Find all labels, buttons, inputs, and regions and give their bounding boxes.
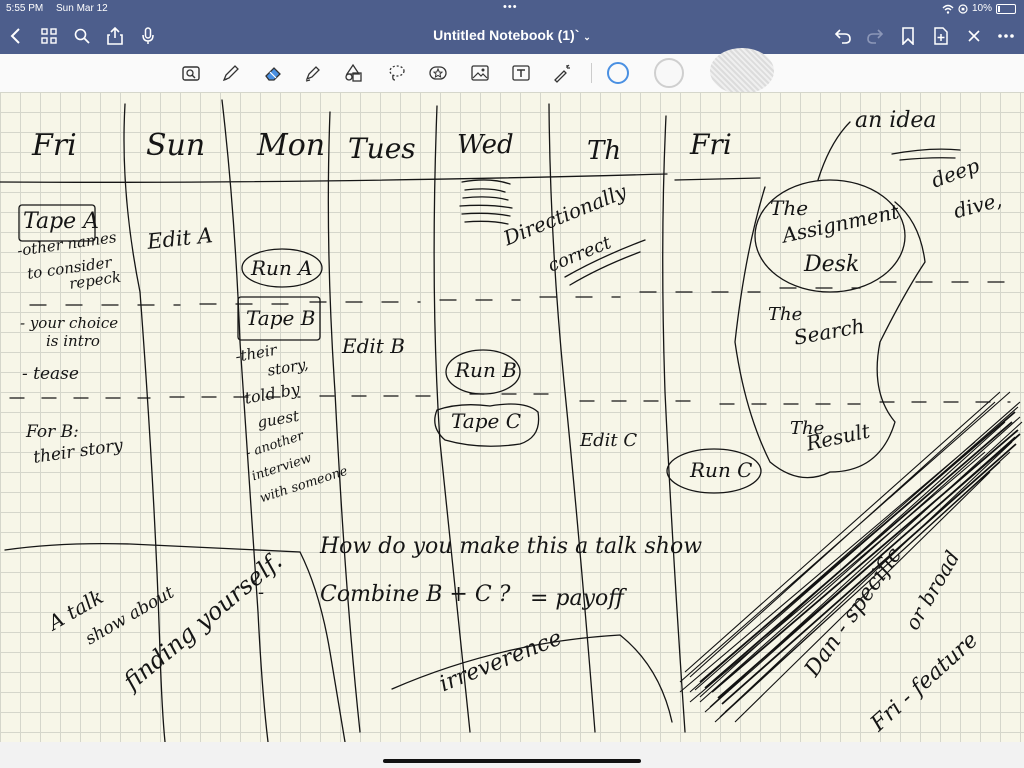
- note-talk-show-question: How do you make this a talk show: [320, 534, 703, 559]
- note-tape-c: Tape C: [451, 409, 522, 433]
- nav-bar: Untitled Notebook (1)` ⌄: [0, 18, 1024, 54]
- note-payoff: = payoff: [530, 586, 624, 611]
- note-dash: -: [258, 582, 265, 603]
- note-tease: - tease: [22, 364, 79, 384]
- document-title[interactable]: Untitled Notebook (1)`: [433, 27, 579, 43]
- thick-stroke-option[interactable]: [710, 48, 774, 94]
- close-icon[interactable]: [962, 24, 986, 48]
- status-bar: 5:55 PM Sun Mar 12 ••• 10%: [0, 0, 1024, 18]
- status-date: Sun Mar 12: [56, 3, 108, 14]
- undo-icon[interactable]: [831, 24, 855, 48]
- back-icon[interactable]: [4, 24, 28, 48]
- wifi-icon: [942, 4, 954, 14]
- shapes-icon[interactable]: [343, 62, 365, 84]
- more-icon[interactable]: [994, 24, 1018, 48]
- lasso-icon[interactable]: [386, 62, 408, 84]
- lasso-zoom-icon[interactable]: [180, 62, 202, 84]
- note-tape-b: Tape B: [246, 306, 316, 330]
- day-label-fri: Fri: [32, 128, 77, 163]
- home-indicator[interactable]: [383, 759, 641, 763]
- note-an-idea: an idea: [855, 108, 937, 133]
- share-icon[interactable]: [103, 24, 127, 48]
- notebook-page[interactable]: Fri Sun Mon Tues Wed Th Fri Tape A -othe…: [0, 92, 1024, 742]
- image-icon[interactable]: [469, 62, 491, 84]
- laser-icon[interactable]: [551, 62, 573, 84]
- multitasking-dots-icon[interactable]: •••: [503, 1, 518, 13]
- eraser-icon[interactable]: [262, 62, 284, 84]
- orientation-lock-icon: [958, 3, 968, 14]
- note-is-intro: is intro: [46, 332, 100, 350]
- search-icon[interactable]: [70, 24, 94, 48]
- grid-icon[interactable]: [37, 24, 61, 48]
- text-icon[interactable]: [510, 62, 532, 84]
- bookmark-icon[interactable]: [896, 24, 920, 48]
- medium-stroke-option[interactable]: [654, 58, 684, 88]
- note-run-a: Run A: [251, 256, 313, 280]
- redo-icon[interactable]: [863, 24, 887, 48]
- note-the-2: The: [768, 304, 803, 325]
- note-for-b: For B:: [26, 422, 79, 442]
- microphone-icon[interactable]: [136, 24, 160, 48]
- tool-bar: [0, 48, 1024, 94]
- day-label-sun: Sun: [146, 128, 206, 163]
- note-combine: Combine B + C ?: [320, 582, 511, 607]
- day-label-tues: Tues: [348, 132, 416, 165]
- sticker-icon[interactable]: [427, 62, 449, 84]
- status-right: 10%: [942, 3, 1016, 14]
- highlighter-icon[interactable]: [302, 62, 324, 84]
- battery-percent: 10%: [971, 3, 992, 14]
- note-tape-a: Tape A: [23, 209, 100, 234]
- day-label-th: Th: [587, 136, 622, 166]
- battery-icon: [996, 3, 1016, 14]
- day-label-wed: Wed: [457, 130, 514, 160]
- status-time: 5:55 PM: [6, 3, 44, 14]
- thin-stroke-option[interactable]: [607, 62, 629, 84]
- note-run-c: Run C: [690, 458, 753, 482]
- title-chevron-down-icon[interactable]: ⌄: [583, 32, 591, 42]
- bottom-margin: [0, 742, 1024, 768]
- note-run-b: Run B: [455, 358, 517, 382]
- day-label-mon: Mon: [257, 128, 326, 163]
- pen-icon[interactable]: [220, 62, 242, 84]
- note-desk: Desk: [804, 252, 860, 277]
- note-your-choice: - your choice: [20, 314, 119, 332]
- day-label-fri-2: Fri: [690, 128, 732, 161]
- note-the-1: The: [770, 196, 809, 220]
- note-edit-c: Edit C: [580, 430, 638, 451]
- add-page-icon[interactable]: [929, 24, 953, 48]
- note-edit-b: Edit B: [342, 334, 405, 358]
- toolbar-divider: [591, 63, 592, 83]
